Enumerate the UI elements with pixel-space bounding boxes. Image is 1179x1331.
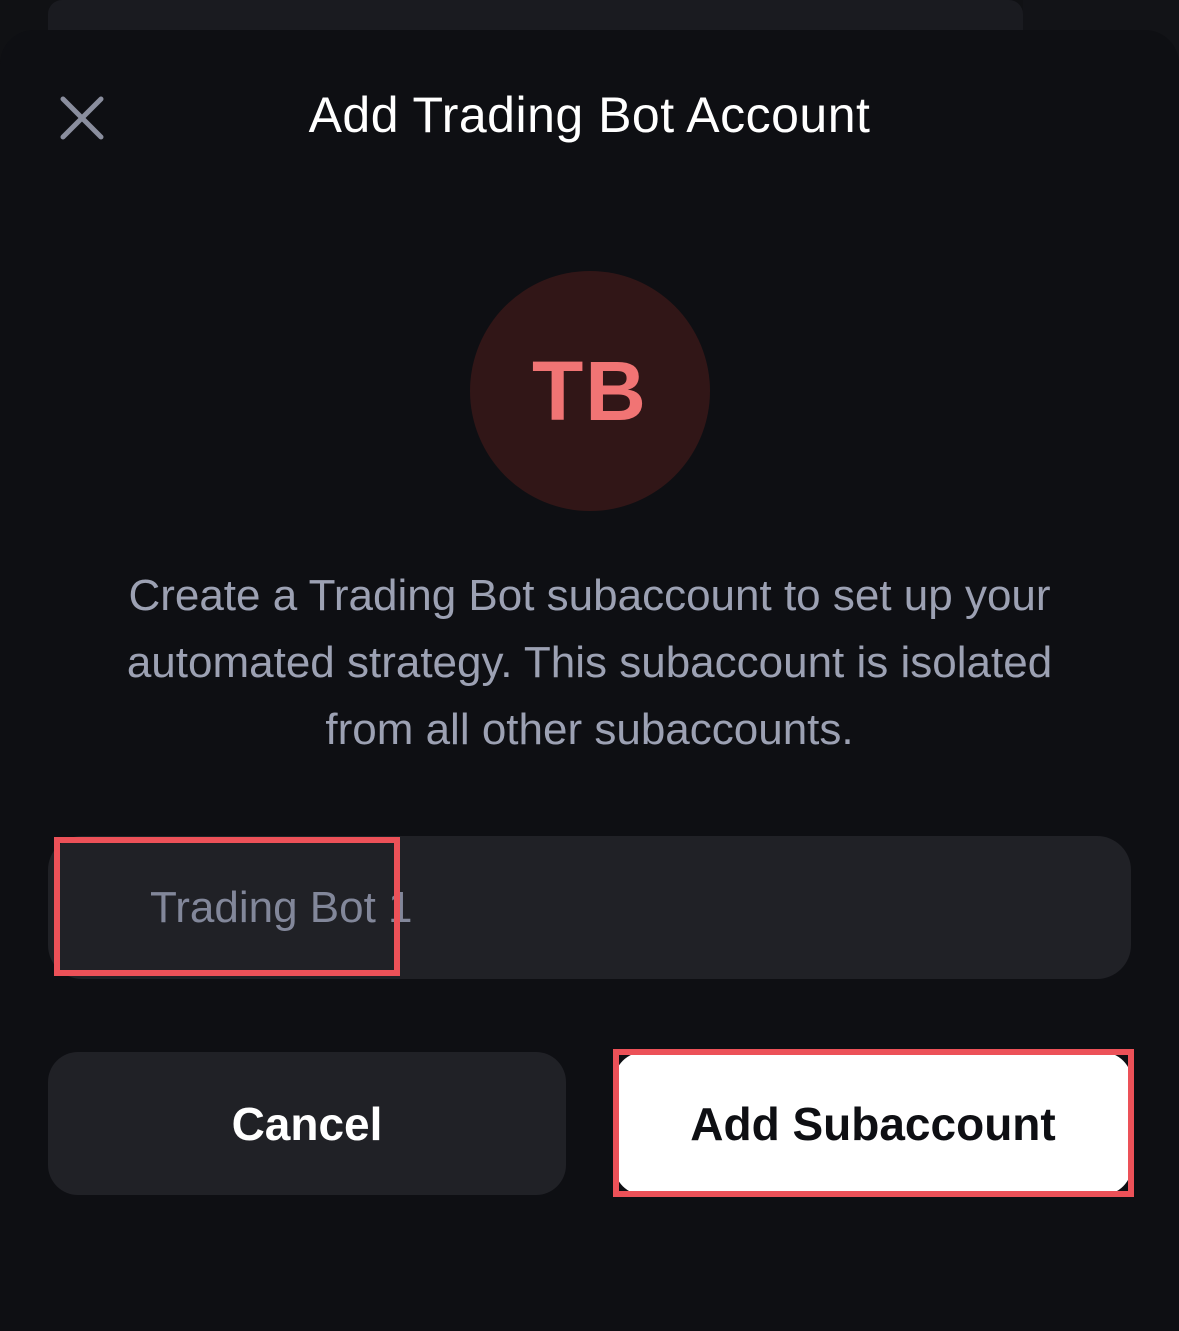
avatar-initials: TB (532, 343, 648, 438)
dialog-title: Add Trading Bot Account (308, 87, 871, 143)
subaccount-name-field (48, 836, 1131, 979)
add-subaccount-button[interactable]: Add Subaccount (614, 1052, 1132, 1195)
cancel-button-label: Cancel (231, 1097, 383, 1150)
cancel-button[interactable]: Cancel (48, 1052, 566, 1195)
add-subaccount-button-label: Add Subaccount (690, 1097, 1056, 1150)
dialog-description: Create a Trading Bot subaccount to set u… (126, 571, 1053, 754)
subaccount-name-input[interactable] (150, 836, 1110, 979)
add-trading-bot-dialog: Add Trading Bot Account TB Create a Trad… (0, 30, 1179, 1331)
avatar: TB (470, 271, 710, 511)
